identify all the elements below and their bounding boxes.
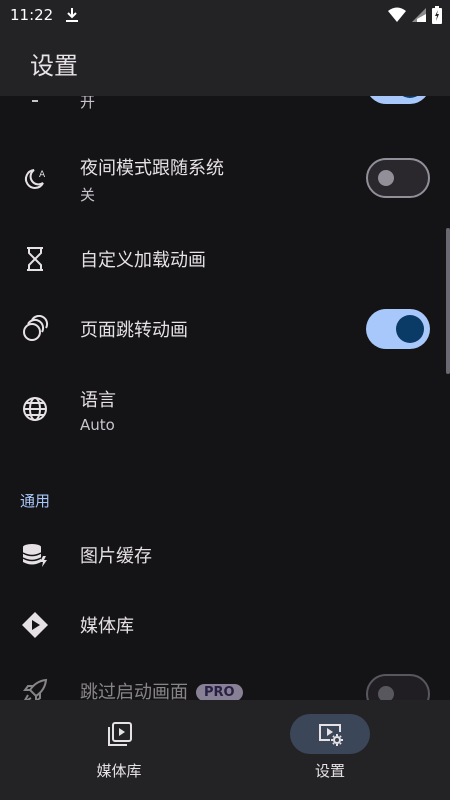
media-library-title: 媒体库 xyxy=(80,616,134,637)
page-transition-toggle[interactable] xyxy=(366,309,430,349)
nav-item-media-library[interactable]: 媒体库 xyxy=(0,700,225,800)
status-time: 11:22 xyxy=(10,6,54,24)
settings-row-page-transition[interactable]: 页面跳转动画 xyxy=(0,296,450,362)
page-transition-title: 页面跳转动画 xyxy=(80,320,188,341)
media-library-icon xyxy=(20,610,50,640)
partial-icon xyxy=(20,96,50,112)
nav-pill-settings xyxy=(290,714,370,754)
bottom-nav: 媒体库 设置 xyxy=(0,700,450,800)
video-settings-icon xyxy=(319,724,343,746)
status-bar: 11:22 xyxy=(0,0,450,30)
settings-row-custom-loading[interactable]: 自定义加载动画 xyxy=(0,226,450,292)
nav-item-settings[interactable]: 设置 xyxy=(225,700,450,800)
skip-splash-title: 跳过启动画面 PRO xyxy=(80,678,243,700)
custom-loading-title: 自定义加载动画 xyxy=(80,250,206,271)
hourglass-icon xyxy=(20,244,50,274)
wifi-icon xyxy=(388,7,406,22)
settings-row-night-mode[interactable]: A 夜间模式跟随系统 关 xyxy=(0,144,450,214)
app-bar: 设置 xyxy=(0,30,450,96)
skip-splash-toggle[interactable] xyxy=(366,674,430,700)
rocket-icon xyxy=(20,676,50,700)
nav-label-settings: 设置 xyxy=(314,762,345,780)
storage-icon xyxy=(20,540,50,570)
partial-row-subtitle: 开 xyxy=(80,96,96,111)
nav-label-media-library: 媒体库 xyxy=(96,762,142,780)
battery-icon xyxy=(432,6,442,24)
partial-row-toggle[interactable] xyxy=(366,96,430,104)
language-title: 语言 xyxy=(80,390,116,411)
video-library-icon xyxy=(108,722,132,746)
night-mode-title: 夜间模式跟随系统 xyxy=(80,158,224,179)
night-mode-subtitle: 关 xyxy=(80,186,96,204)
page-title: 设置 xyxy=(30,52,78,80)
status-icons xyxy=(388,6,442,24)
settings-row-partial[interactable]: 开 xyxy=(0,96,450,116)
settings-row-image-cache[interactable]: 图片缓存 xyxy=(0,522,450,588)
globe-icon xyxy=(20,394,50,424)
night-mode-auto-icon: A xyxy=(20,164,50,194)
nav-pill-media-library xyxy=(80,714,160,754)
settings-row-language[interactable]: 语言 Auto xyxy=(0,370,450,444)
settings-list[interactable]: 开 A 夜间模式跟随系统 关 自定义加载动画 页面跳转动画 语言 Auto 通用… xyxy=(0,96,450,700)
settings-row-media-library[interactable]: 媒体库 xyxy=(0,592,450,658)
image-cache-title: 图片缓存 xyxy=(80,546,152,567)
animation-icon xyxy=(20,314,50,344)
cell-signal-icon xyxy=(412,8,426,22)
section-header-general: 通用 xyxy=(20,492,51,510)
settings-row-skip-splash[interactable]: 跳过启动画面 PRO xyxy=(0,664,450,700)
svg-text:A: A xyxy=(39,170,46,180)
night-mode-toggle[interactable] xyxy=(366,158,430,198)
language-subtitle: Auto xyxy=(80,416,115,434)
download-icon xyxy=(66,8,79,22)
scrollbar[interactable] xyxy=(446,228,450,374)
pro-badge: PRO xyxy=(196,684,243,700)
skip-splash-label: 跳过启动画面 xyxy=(80,682,188,700)
